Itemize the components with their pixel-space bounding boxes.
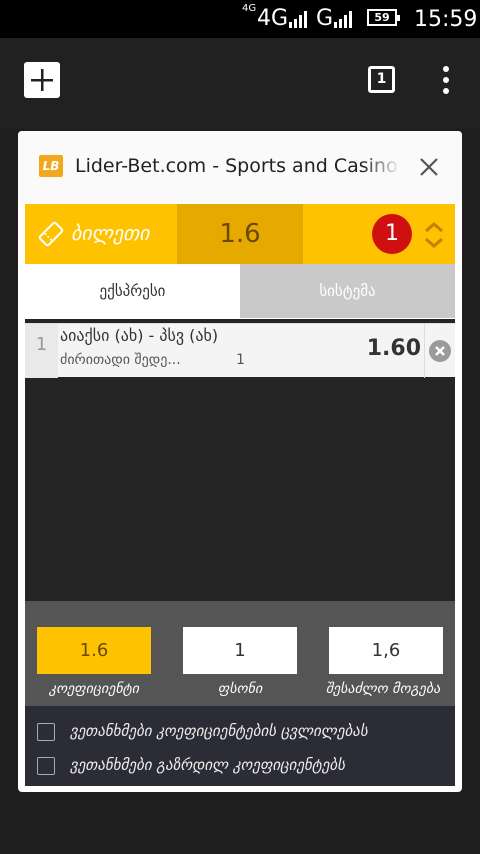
bet-market: ძირითადი შედე... [60, 352, 181, 368]
bet-summary: 1.6 1 1,6 კოეფიციენტი ფსონი შესაძლო მოგე… [25, 601, 455, 706]
clock: 15:59 [414, 7, 478, 32]
network2-type: G [316, 6, 334, 31]
ticket-label: ბილეთი [71, 221, 150, 245]
payout-label: შესაძლო მოგება [325, 681, 441, 697]
close-tab-icon[interactable] [417, 155, 441, 179]
status-bar: 4G 4G G 59 15:59 [0, 0, 480, 38]
bet-pick: 1 [236, 352, 245, 368]
stake-input[interactable]: 1 [183, 627, 297, 674]
bet-row[interactable]: 1 აიაქსი (ახ) - პსვ (ახ) ძირითადი შედე..… [25, 323, 455, 378]
overflow-menu-icon[interactable] [440, 66, 452, 96]
expand-collapse-icon[interactable] [423, 220, 445, 250]
total-odds: 1.6 [177, 204, 303, 264]
payout-value: 1,6 [329, 627, 443, 674]
bet-type-tabs: ექსპრესი სისტემა [25, 264, 455, 318]
page-title: Lider-Bet.com - Sports and Casino Gam [75, 155, 401, 181]
tab-express[interactable]: ექსპრესი [25, 264, 240, 318]
option-label: ვეთანხმები გაზრდილ კოეფიციენტებს [70, 756, 345, 774]
bet-number: 1 [25, 324, 58, 378]
tab-switcher-button[interactable]: 1 [368, 66, 395, 93]
network-type-small: 4G [242, 3, 257, 14]
plus-icon [31, 69, 53, 91]
signal2-icon [334, 11, 352, 28]
tab-system[interactable]: სისტემა [240, 264, 455, 318]
betslip-header[interactable]: ბილეთი 1.6 1 [25, 204, 455, 264]
bet-odds: 1.60 [366, 336, 421, 361]
bets-list: 1 აიაქსი (ახ) - პსვ (ახ) ძირითადი შედე..… [25, 319, 455, 603]
coefficient-label: კოეფიციენტი [48, 681, 140, 697]
browser-toolbar: 1 [0, 38, 480, 128]
new-tab-button[interactable] [24, 62, 60, 98]
tab-card-header: LB Lider-Bet.com - Sports and Casino Gam [18, 131, 462, 203]
option-label: ვეთანხმები კოეფიციენტების ცვლილებას [70, 722, 368, 740]
coefficient-value: 1.6 [37, 627, 151, 674]
signal-icon [289, 11, 307, 28]
bet-match: აიაქსი (ახ) - პსვ (ახ) [60, 326, 219, 345]
battery-icon: 59 [367, 9, 400, 26]
accept-increased-odds-checkbox[interactable] [37, 757, 55, 775]
accept-odds-changes-checkbox[interactable] [37, 723, 55, 741]
bet-count-badge: 1 [372, 214, 412, 254]
divider [424, 324, 425, 378]
ticket-icon [38, 221, 64, 247]
tab-card[interactable]: LB Lider-Bet.com - Sports and Casino Gam… [18, 131, 462, 792]
network-type: 4G [257, 6, 289, 31]
stake-label: ფსონი [217, 681, 263, 697]
site-favicon: LB [39, 155, 63, 177]
bet-options: ვეთანხმები კოეფიციენტების ცვლილებას ვეთა… [25, 706, 455, 786]
remove-bet-icon[interactable] [429, 340, 451, 362]
